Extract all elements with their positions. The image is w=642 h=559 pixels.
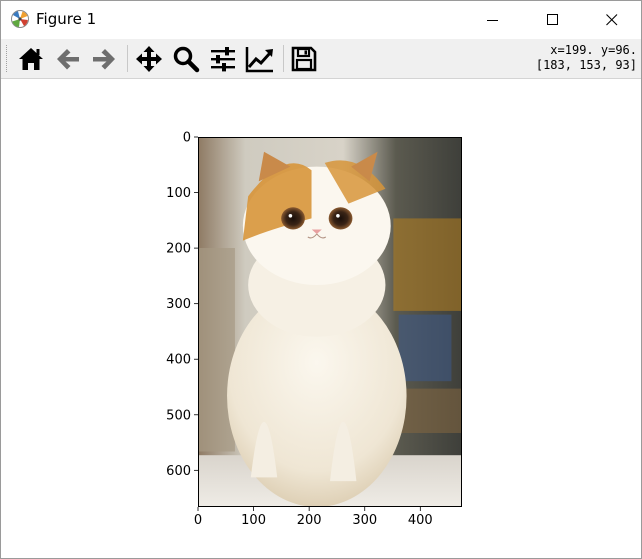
- navigation-toolbar: x=199. y=96. [183, 153, 93]: [1, 39, 641, 79]
- title-bar: Figure 1: [1, 1, 641, 39]
- close-button[interactable]: [589, 1, 635, 39]
- cat-eye: [281, 207, 305, 230]
- x-tick-label: 0: [194, 513, 202, 528]
- edit-axis-button[interactable]: [244, 43, 276, 75]
- maximize-button[interactable]: [530, 1, 576, 39]
- window-title: Figure 1: [36, 10, 97, 28]
- cat-photo: [198, 137, 462, 507]
- move-arrows-icon: [136, 46, 162, 72]
- x-tick-label: 300: [352, 513, 377, 528]
- y-tick-label: 600: [166, 464, 191, 479]
- y-axis: 0 100 200 300 400 500 600: [166, 131, 198, 479]
- cat-eye: [328, 207, 353, 230]
- minimize-icon: [487, 20, 498, 21]
- x-tick-label: 100: [241, 513, 266, 528]
- y-tick-label: 300: [166, 297, 191, 312]
- line-chart-icon: [245, 47, 273, 73]
- home-button[interactable]: [15, 43, 47, 75]
- pan-button[interactable]: [133, 43, 165, 75]
- pixel-value: [183, 153, 93]: [535, 58, 637, 72]
- figure-canvas[interactable]: 0 100 200 300 400 0 100 200 300 400 500 600: [1, 79, 641, 558]
- y-tick-label: 400: [166, 353, 191, 368]
- x-tick-label: 200: [297, 513, 322, 528]
- x-tick-label: 400: [408, 513, 433, 528]
- minimize-button[interactable]: [470, 1, 516, 39]
- y-tick-label: 200: [166, 242, 191, 257]
- toolbar-grip: [6, 45, 9, 72]
- y-tick-label: 100: [166, 186, 191, 201]
- forward-button[interactable]: [88, 43, 120, 75]
- matplotlib-logo-icon: [11, 10, 29, 28]
- close-icon: [606, 14, 618, 26]
- sliders-icon: [211, 47, 235, 72]
- arrow-left-icon: [57, 49, 79, 70]
- save-button[interactable]: [288, 43, 320, 75]
- home-icon: [19, 48, 43, 70]
- x-axis: 0 100 200 300 400: [194, 507, 433, 528]
- cursor-readout: x=199. y=96. [183, 153, 93]: [536, 43, 637, 73]
- toolbar-separator: [127, 45, 128, 72]
- magnifier-icon: [173, 46, 200, 73]
- zoom-button[interactable]: [170, 43, 202, 75]
- y-tick-label: 500: [166, 408, 191, 423]
- figure-window: Figure 1 x=199. y=96. [183, 153, 93] 0 1…: [0, 0, 642, 559]
- maximize-icon: [547, 14, 558, 25]
- arrow-right-icon: [93, 49, 115, 70]
- toolbar-separator: [283, 45, 284, 72]
- configure-subplots-button[interactable]: [207, 43, 239, 75]
- image-axes[interactable]: 0 100 200 300 400 0 100 200 300 400 500 600: [1, 79, 641, 558]
- cursor-position: x=199. y=96.: [550, 43, 637, 57]
- back-button[interactable]: [52, 43, 84, 75]
- y-tick-label: 0: [183, 131, 191, 146]
- floppy-disk-icon: [291, 46, 317, 72]
